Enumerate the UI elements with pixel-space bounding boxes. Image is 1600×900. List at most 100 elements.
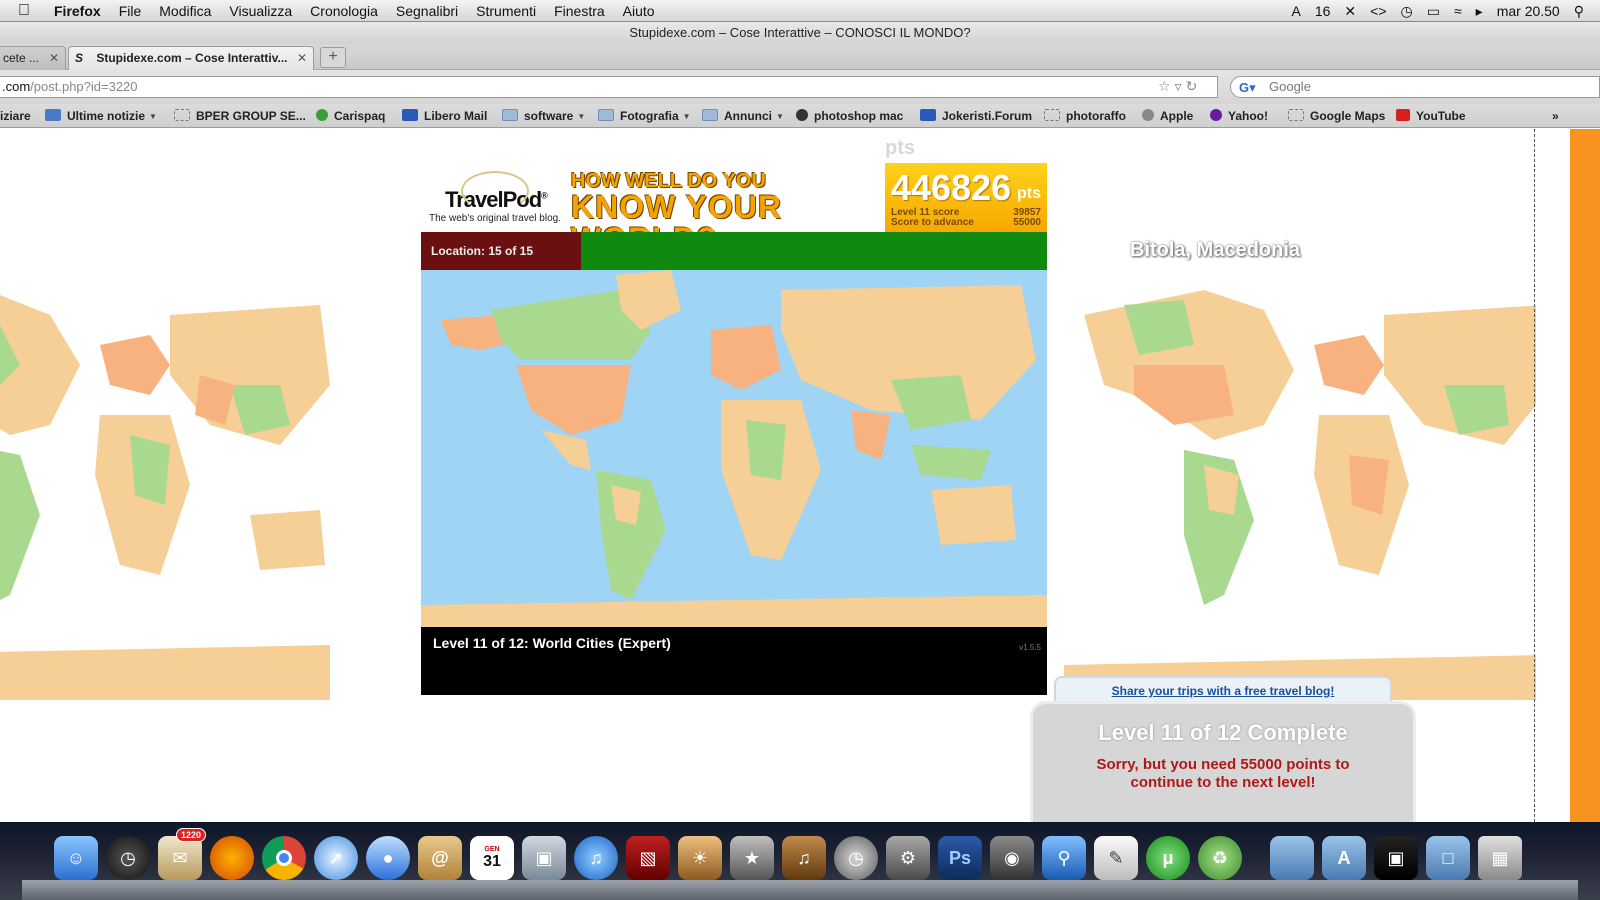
clock[interactable]: mar 20.50 xyxy=(1497,3,1560,19)
ichat-icon[interactable]: ● xyxy=(366,836,410,880)
utorrent-icon[interactable]: μ xyxy=(1146,836,1190,880)
popup-message-line-1: Sorry, but you need 55000 points to xyxy=(1096,756,1350,773)
applications-folder-icon[interactable]: A xyxy=(1322,836,1366,880)
garageband-icon[interactable]: ♫ xyxy=(782,836,826,880)
menu-file[interactable]: File xyxy=(119,3,142,19)
search-placeholder: Google xyxy=(1269,79,1311,94)
textedit-icon[interactable]: ✎ xyxy=(1094,836,1138,880)
reload-icon[interactable]: ↻ xyxy=(1186,78,1202,94)
bookmark-carispaq[interactable]: Carispaq xyxy=(316,104,385,128)
bookmark-jokeristi[interactable]: Jokeristi.Forum xyxy=(920,104,1032,128)
bookmark-fotografia[interactable]: Fotografia ▼ xyxy=(598,104,691,128)
bookmark-software[interactable]: software ▼ xyxy=(502,104,585,128)
menu-bar:  Firefox File Modifica Visualizza Crono… xyxy=(0,0,1600,22)
photoshop-icon[interactable]: Ps xyxy=(938,836,982,880)
mail-unread-badge: 1220 xyxy=(176,828,207,842)
itunes-icon[interactable]: ♫ xyxy=(574,836,618,880)
bookmark-yahoo[interactable]: Yahoo! xyxy=(1210,104,1268,128)
menu-visualizza[interactable]: Visualizza xyxy=(229,3,292,19)
orange-sidebar xyxy=(1570,129,1600,822)
bookmark-libero-mail[interactable]: Libero Mail xyxy=(402,104,487,128)
australia-region[interactable] xyxy=(931,485,1016,545)
firefox-icon[interactable] xyxy=(210,836,254,880)
bookmark-google-maps[interactable]: Google Maps xyxy=(1288,104,1385,128)
address-book-icon[interactable]: @ xyxy=(418,836,462,880)
bookmark-photoraffo[interactable]: photoraffo xyxy=(1044,104,1126,128)
pts-ghost-label: pts xyxy=(885,137,915,159)
bluetooth-icon[interactable]: ✕ xyxy=(1344,3,1356,20)
popup-message: Sorry, but you need 55000 points to cont… xyxy=(1033,756,1413,792)
menu-cronologia[interactable]: Cronologia xyxy=(310,3,378,19)
travelpod-logo[interactable]: TravelPod® The web's original travel blo… xyxy=(429,171,569,225)
central-africa-region[interactable] xyxy=(746,420,786,480)
bookmark-label: Apple xyxy=(1160,109,1194,123)
bookmark-iziare[interactable]: iziare xyxy=(0,104,31,128)
wifi-icon[interactable]: ≈ xyxy=(1454,3,1462,19)
bookmarks-toolbar: iziare Ultime notizie ▼ BPER GROUP SE... … xyxy=(0,104,1600,128)
logo-registered-mark: ® xyxy=(541,190,548,201)
bookmark-ultime-notizie[interactable]: Ultime notizie ▼ xyxy=(45,104,157,128)
stupidexe-favicon-icon: S xyxy=(75,51,84,65)
menu-finestra[interactable]: Finestra xyxy=(554,3,605,19)
bookmark-label: Ultime notizie xyxy=(67,109,146,123)
apple-menu-icon[interactable]:  xyxy=(18,2,40,20)
bookmark-label: Carispaq xyxy=(334,109,386,123)
system-preferences-icon[interactable]: ⚙ xyxy=(886,836,930,880)
screenshot-stack-icon[interactable]: ▣ xyxy=(1374,836,1418,880)
menu-modifica[interactable]: Modifica xyxy=(159,3,211,19)
trash-icon[interactable]: ▦ xyxy=(1478,836,1522,880)
adobe-status-icon[interactable]: A xyxy=(1292,3,1301,19)
camera-app-icon[interactable]: ◉ xyxy=(990,836,1034,880)
bookmark-apple[interactable]: Apple xyxy=(1142,104,1193,128)
menu-aiuto[interactable]: Aiuto xyxy=(623,3,655,19)
preview-icon[interactable]: ▣ xyxy=(522,836,566,880)
background-world-map-right xyxy=(1064,290,1544,700)
chrome-icon[interactable] xyxy=(262,836,306,880)
image-capture-icon[interactable]: ⚲ xyxy=(1042,836,1086,880)
geography-game[interactable]: TravelPod® The web's original travel blo… xyxy=(421,163,1047,695)
close-icon[interactable]: ✕ xyxy=(297,47,307,69)
google-engine-icon[interactable]: G▾ xyxy=(1239,78,1256,98)
popup-title: Level 11 of 12 Complete xyxy=(1098,720,1348,745)
bookmark-label: photoraffo xyxy=(1066,109,1126,123)
code-icon[interactable]: <> xyxy=(1370,3,1386,19)
url-field[interactable]: .com/post.php?id=3220 xyxy=(0,76,1218,98)
menu-app-name[interactable]: Firefox xyxy=(54,3,101,19)
volume-icon[interactable]: ▸ xyxy=(1476,3,1483,20)
bookmark-bper[interactable]: BPER GROUP SE... xyxy=(174,104,306,128)
battery-icon[interactable]: ▭ xyxy=(1427,3,1440,20)
time-machine-icon[interactable]: ◷ xyxy=(834,836,878,880)
bookmarks-overflow-icon[interactable]: » xyxy=(1552,104,1559,128)
history-dropdown-icon[interactable]: ▿ xyxy=(1175,78,1186,94)
bookmark-photoshop-mac[interactable]: photoshop mac xyxy=(796,104,903,128)
search-input[interactable]: G▾ Google xyxy=(1230,76,1600,98)
world-map[interactable] xyxy=(421,270,1047,627)
bookmark-label: iziare xyxy=(0,109,31,123)
close-icon[interactable]: ✕ xyxy=(49,47,59,69)
menu-strumenti[interactable]: Strumenti xyxy=(476,3,536,19)
new-tab-button[interactable]: + xyxy=(320,47,346,68)
bookmark-star-icon[interactable]: ☆ xyxy=(1158,78,1175,94)
iphoto-icon[interactable]: ☀ xyxy=(678,836,722,880)
page-icon xyxy=(1288,109,1304,121)
safari-icon[interactable]: ➚ xyxy=(314,836,358,880)
imovie-icon[interactable]: ★ xyxy=(730,836,774,880)
documents-folder-icon[interactable]: □ xyxy=(1426,836,1470,880)
finder-icon[interactable]: ☺ xyxy=(54,836,98,880)
ical-icon[interactable]: GEN 31 xyxy=(470,836,514,880)
photo-booth-icon[interactable]: ▧ xyxy=(626,836,670,880)
popup-message-line-2: continue to the next level! xyxy=(1130,774,1316,791)
folder-icon[interactable] xyxy=(1270,836,1314,880)
bookmark-annunci[interactable]: Annunci ▼ xyxy=(702,104,784,128)
tab-stupidexe[interactable]: S Stupidexe.com – Cose Interattiv... ✕ xyxy=(68,46,314,70)
green-app-icon[interactable]: ♻ xyxy=(1198,836,1242,880)
time-machine-icon[interactable]: ◷ xyxy=(1401,3,1413,20)
tab-previous[interactable]: cete ... ✕ xyxy=(0,46,66,70)
mail-icon[interactable]: ✉ xyxy=(158,836,202,880)
share-trips-link[interactable]: Share your trips with a free travel blog… xyxy=(1054,676,1392,704)
dashboard-icon[interactable]: ◷ xyxy=(106,836,150,880)
spotlight-icon[interactable]: ⚲ xyxy=(1574,3,1584,20)
indonesia-region[interactable] xyxy=(911,445,991,480)
menu-segnalibri[interactable]: Segnalibri xyxy=(396,3,458,19)
bookmark-youtube[interactable]: YouTube xyxy=(1396,104,1466,128)
